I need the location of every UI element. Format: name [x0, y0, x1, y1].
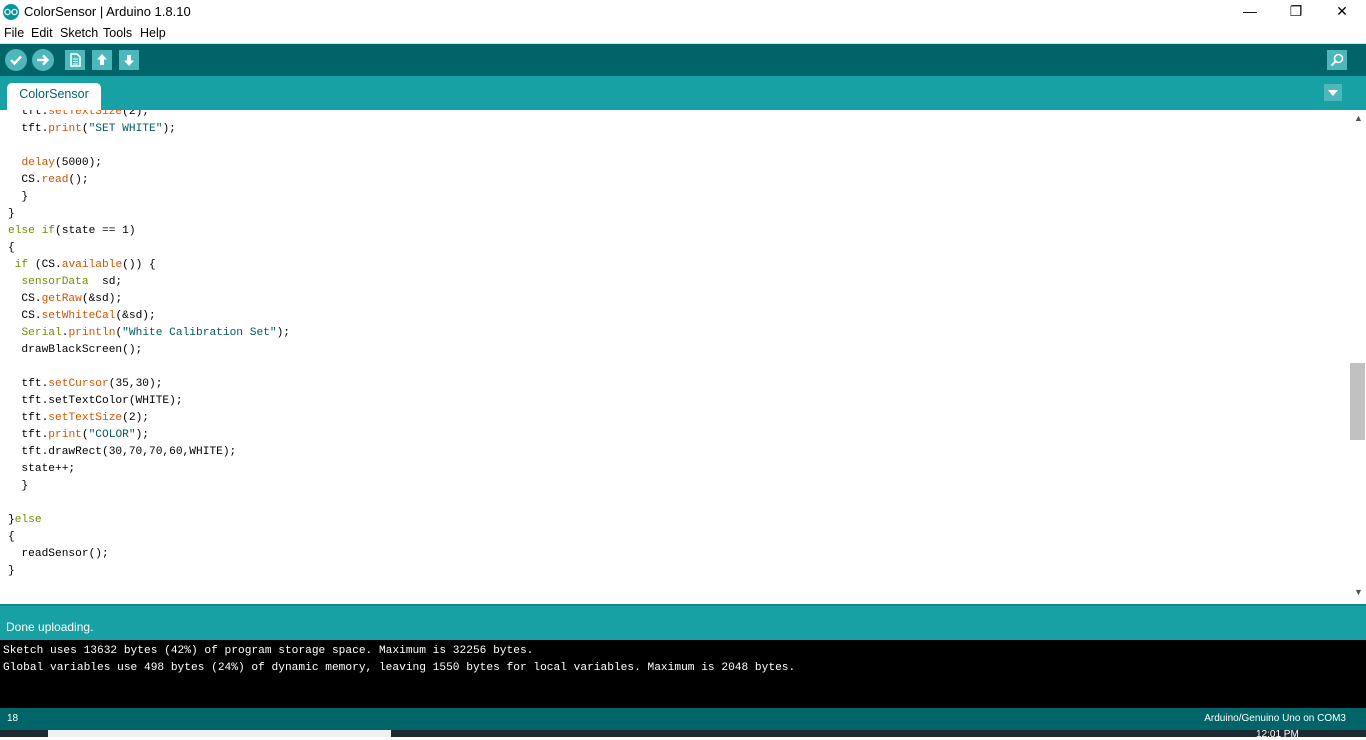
- code-line[interactable]: }else: [8, 514, 42, 526]
- code-line[interactable]: tft.setTextSize(2);: [8, 110, 149, 118]
- maximize-button[interactable]: ❐: [1273, 0, 1319, 24]
- code-line[interactable]: drawBlackScreen();: [8, 344, 142, 356]
- code-line[interactable]: tft.setTextColor(WHITE);: [8, 395, 182, 407]
- upload-button[interactable]: [32, 49, 54, 71]
- save-button[interactable]: [119, 50, 139, 70]
- minimize-button[interactable]: —: [1227, 0, 1273, 24]
- upload-icon: [37, 54, 50, 66]
- code-line[interactable]: CS.setWhiteCal(&sd);: [8, 310, 155, 322]
- code-line[interactable]: }: [8, 208, 15, 220]
- arduino-logo-icon: [3, 4, 19, 20]
- code-line[interactable]: readSensor();: [8, 548, 108, 560]
- code-line[interactable]: tft.print("SET WHITE");: [8, 123, 175, 135]
- code-editor[interactable]: tft.setTextSize(2); tft.print("SET WHITE…: [0, 110, 1349, 604]
- footer-bar: 18 Arduino/Genuino Uno on COM3: [0, 708, 1366, 730]
- menu-help[interactable]: Help: [140, 26, 166, 40]
- menu-tools[interactable]: Tools: [103, 26, 132, 40]
- scroll-thumb[interactable]: [1350, 363, 1365, 440]
- console-line: Global variables use 498 bytes (24%) of …: [3, 662, 796, 674]
- window-title: ColorSensor | Arduino 1.8.10: [24, 4, 191, 19]
- code-line[interactable]: state++;: [8, 463, 75, 475]
- code-line[interactable]: {: [8, 242, 15, 254]
- menu-file[interactable]: File: [4, 26, 24, 40]
- open-button[interactable]: [92, 50, 112, 70]
- verify-button[interactable]: [5, 49, 27, 71]
- taskbar-search-box[interactable]: [48, 730, 391, 737]
- code-line[interactable]: delay(5000);: [8, 157, 102, 169]
- serial-monitor-button[interactable]: [1327, 50, 1347, 70]
- code-line[interactable]: tft.drawRect(30,70,70,60,WHITE);: [8, 446, 236, 458]
- code-line[interactable]: CS.read();: [8, 174, 88, 186]
- scroll-down-icon[interactable]: ▼: [1354, 587, 1363, 597]
- taskbar-clock: 12:01 PM: [1256, 729, 1299, 740]
- tab-menu-button[interactable]: [1324, 84, 1342, 101]
- new-file-icon: [70, 53, 81, 67]
- code-line[interactable]: }: [8, 191, 28, 203]
- title-bar: ColorSensor | Arduino 1.8.10 — ❐ ✕: [0, 0, 1366, 24]
- verify-icon: [10, 55, 22, 66]
- vertical-scrollbar[interactable]: ▲ ▼: [1349, 110, 1366, 604]
- taskbar: 12:01 PM: [0, 729, 1366, 740]
- magnifier-icon: [1330, 53, 1344, 67]
- console-output: Sketch uses 13632 bytes (42%) of program…: [0, 640, 1366, 708]
- code-line[interactable]: sensorData sd;: [8, 276, 122, 288]
- console-line: Sketch uses 13632 bytes (42%) of program…: [3, 645, 534, 657]
- new-sketch-button[interactable]: [65, 50, 85, 70]
- code-line[interactable]: else if(state == 1): [8, 225, 136, 237]
- code-line[interactable]: {: [8, 531, 15, 543]
- code-text[interactable]: tft.setTextSize(2); tft.print("SET WHITE…: [8, 110, 290, 580]
- code-line[interactable]: if (CS.available()) {: [8, 259, 156, 271]
- code-line[interactable]: }: [8, 565, 15, 577]
- tab-bar: ColorSensor: [0, 76, 1366, 110]
- code-line[interactable]: tft.print("COLOR");: [8, 429, 149, 441]
- menu-bar: File Edit Sketch Tools Help: [0, 24, 1366, 44]
- board-info: Arduino/Genuino Uno on COM3: [1204, 713, 1346, 724]
- status-bar: Done uploading.: [0, 604, 1366, 640]
- code-line[interactable]: Serial.println("White Calibration Set");: [8, 327, 290, 339]
- scroll-up-icon[interactable]: ▲: [1354, 113, 1363, 123]
- arrow-down-icon: [124, 55, 134, 66]
- line-number: 18: [7, 713, 19, 724]
- status-message: Done uploading.: [6, 620, 94, 634]
- close-button[interactable]: ✕: [1319, 0, 1365, 24]
- arrow-up-icon: [97, 54, 107, 65]
- tab-colorsensor[interactable]: ColorSensor: [7, 83, 101, 110]
- code-line[interactable]: CS.getRaw(&sd);: [8, 293, 122, 305]
- chevron-down-icon: [1328, 90, 1338, 96]
- code-line[interactable]: tft.setTextSize(2);: [8, 412, 149, 424]
- toolbar: [0, 44, 1366, 76]
- menu-sketch[interactable]: Sketch: [60, 26, 98, 40]
- code-line[interactable]: tft.setCursor(35,30);: [8, 378, 162, 390]
- code-line[interactable]: }: [8, 480, 28, 492]
- menu-edit[interactable]: Edit: [31, 26, 53, 40]
